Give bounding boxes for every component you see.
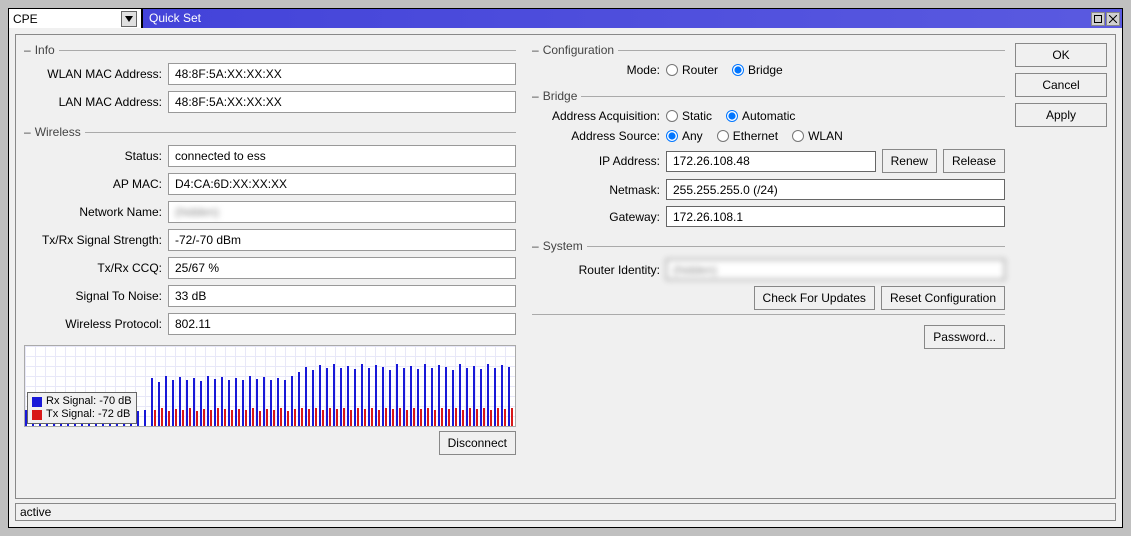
- network-name-label: Network Name:: [24, 205, 162, 219]
- signal-strength-row: Tx/Rx Signal Strength: -72/-70 dBm: [24, 229, 516, 251]
- identity-row: Router Identity:: [532, 259, 1005, 280]
- mode-row: Mode: Router Bridge: [532, 63, 1005, 77]
- network-name-row: Network Name: (hidden): [24, 201, 516, 223]
- renew-button[interactable]: Renew: [882, 149, 937, 173]
- protocol-row: Wireless Protocol: 802.11: [24, 313, 516, 335]
- legend-tx-swatch-icon: [32, 410, 42, 420]
- wireless-header: –Wireless: [24, 125, 516, 139]
- ccq-row: Tx/Rx CCQ: 25/67 %: [24, 257, 516, 279]
- configuration-header: –Configuration: [532, 43, 1005, 57]
- acq-label: Address Acquisition:: [532, 109, 660, 123]
- gateway-row: Gateway:: [532, 206, 1005, 227]
- ccq-label: Tx/Rx CCQ:: [24, 261, 162, 275]
- cancel-button[interactable]: Cancel: [1015, 73, 1107, 97]
- action-column: OK Cancel Apply: [1015, 35, 1115, 498]
- ap-mac-label: AP MAC:: [24, 177, 162, 191]
- release-button[interactable]: Release: [943, 149, 1005, 173]
- wlan-mac-value: 48:8F:5A:XX:XX:XX: [168, 63, 516, 85]
- apply-button[interactable]: Apply: [1015, 103, 1107, 127]
- lan-mac-row: LAN MAC Address: 48:8F:5A:XX:XX:XX: [24, 91, 516, 113]
- window-close-button[interactable]: [1106, 12, 1120, 26]
- acq-row: Address Acquisition: Static Automatic: [532, 109, 1005, 123]
- password-button[interactable]: Password...: [924, 325, 1005, 349]
- wlan-mac-label: WLAN MAC Address:: [24, 67, 162, 81]
- identity-label: Router Identity:: [532, 263, 660, 277]
- status-value: connected to ess: [168, 145, 516, 167]
- acq-static-radio[interactable]: Static: [666, 109, 712, 123]
- src-label: Address Source:: [532, 129, 660, 143]
- mode-dropdown[interactable]: CPE: [9, 9, 143, 28]
- main-panel: –Info WLAN MAC Address: 48:8F:5A:XX:XX:X…: [15, 34, 1116, 499]
- check-updates-button[interactable]: Check For Updates: [754, 286, 875, 310]
- window-maximize-button[interactable]: [1091, 12, 1105, 26]
- src-any-radio[interactable]: Any: [666, 129, 703, 143]
- mode-radio-group: Router Bridge: [666, 63, 793, 77]
- protocol-value: 802.11: [168, 313, 516, 335]
- acq-automatic-radio[interactable]: Automatic: [726, 109, 795, 123]
- snr-label: Signal To Noise:: [24, 289, 162, 303]
- system-buttons-row: Check For Updates Reset Configuration: [532, 286, 1005, 310]
- snr-row: Signal To Noise: 33 dB: [24, 285, 516, 307]
- ip-row: IP Address: Renew Release: [532, 149, 1005, 173]
- client-area: –Info WLAN MAC Address: 48:8F:5A:XX:XX:X…: [9, 28, 1122, 527]
- src-radio-group: Any Ethernet WLAN: [666, 129, 853, 143]
- src-ethernet-radio[interactable]: Ethernet: [717, 129, 778, 143]
- signal-strength-label: Tx/Rx Signal Strength:: [24, 233, 162, 247]
- netmask-label: Netmask:: [532, 183, 660, 197]
- network-name-value: (hidden): [168, 201, 516, 223]
- gateway-input[interactable]: [666, 206, 1005, 227]
- lan-mac-label: LAN MAC Address:: [24, 95, 162, 109]
- legend-rx-swatch-icon: [32, 397, 42, 407]
- quickset-window: CPE Quick Set –Info WLAN MAC Address: [8, 8, 1123, 528]
- signal-strength-value: -72/-70 dBm: [168, 229, 516, 251]
- lan-mac-value: 48:8F:5A:XX:XX:XX: [168, 91, 516, 113]
- ip-label: IP Address:: [532, 154, 660, 168]
- status-row: Status: connected to ess: [24, 145, 516, 167]
- window-title: Quick Set: [143, 9, 207, 28]
- dropdown-arrow-icon[interactable]: [121, 11, 137, 27]
- statusbar-text: active: [20, 505, 51, 519]
- right-column: –Configuration Mode: Router Bridge –Brid: [526, 35, 1015, 498]
- ok-button[interactable]: OK: [1015, 43, 1107, 67]
- mode-bridge-radio[interactable]: Bridge: [732, 63, 783, 77]
- info-header: –Info: [24, 43, 516, 57]
- status-label: Status:: [24, 149, 162, 163]
- ip-input[interactable]: [666, 151, 876, 172]
- netmask-input[interactable]: [666, 179, 1005, 200]
- reset-config-button[interactable]: Reset Configuration: [881, 286, 1005, 310]
- ccq-value: 25/67 %: [168, 257, 516, 279]
- wlan-mac-row: WLAN MAC Address: 48:8F:5A:XX:XX:XX: [24, 63, 516, 85]
- system-header: –System: [532, 239, 1005, 253]
- mode-router-radio[interactable]: Router: [666, 63, 718, 77]
- mode-dropdown-value: CPE: [13, 12, 38, 26]
- left-column: –Info WLAN MAC Address: 48:8F:5A:XX:XX:X…: [16, 35, 526, 498]
- window-controls: [1089, 9, 1122, 28]
- disconnect-button[interactable]: Disconnect: [439, 431, 516, 455]
- bridge-header: –Bridge: [532, 89, 1005, 103]
- protocol-label: Wireless Protocol:: [24, 317, 162, 331]
- legend-tx-label: Tx Signal: -72 dB: [46, 408, 130, 421]
- statusbar: active: [15, 503, 1116, 521]
- netmask-row: Netmask:: [532, 179, 1005, 200]
- legend-rx-label: Rx Signal: -70 dB: [46, 395, 132, 408]
- chart-legend: Rx Signal: -70 dB Tx Signal: -72 dB: [27, 392, 137, 424]
- ap-mac-row: AP MAC: D4:CA:6D:XX:XX:XX: [24, 173, 516, 195]
- src-row: Address Source: Any Ethernet WLAN: [532, 129, 1005, 143]
- src-wlan-radio[interactable]: WLAN: [792, 129, 843, 143]
- snr-value: 33 dB: [168, 285, 516, 307]
- identity-input[interactable]: [666, 259, 1005, 280]
- password-row: Password...: [532, 325, 1005, 349]
- gateway-label: Gateway:: [532, 210, 660, 224]
- mode-label: Mode:: [532, 63, 660, 77]
- signal-chart: Rx Signal: -70 dB Tx Signal: -72 dB: [24, 345, 516, 427]
- acq-radio-group: Static Automatic: [666, 109, 805, 123]
- titlebar: CPE Quick Set: [9, 9, 1122, 28]
- ap-mac-value: D4:CA:6D:XX:XX:XX: [168, 173, 516, 195]
- divider: [532, 314, 1005, 315]
